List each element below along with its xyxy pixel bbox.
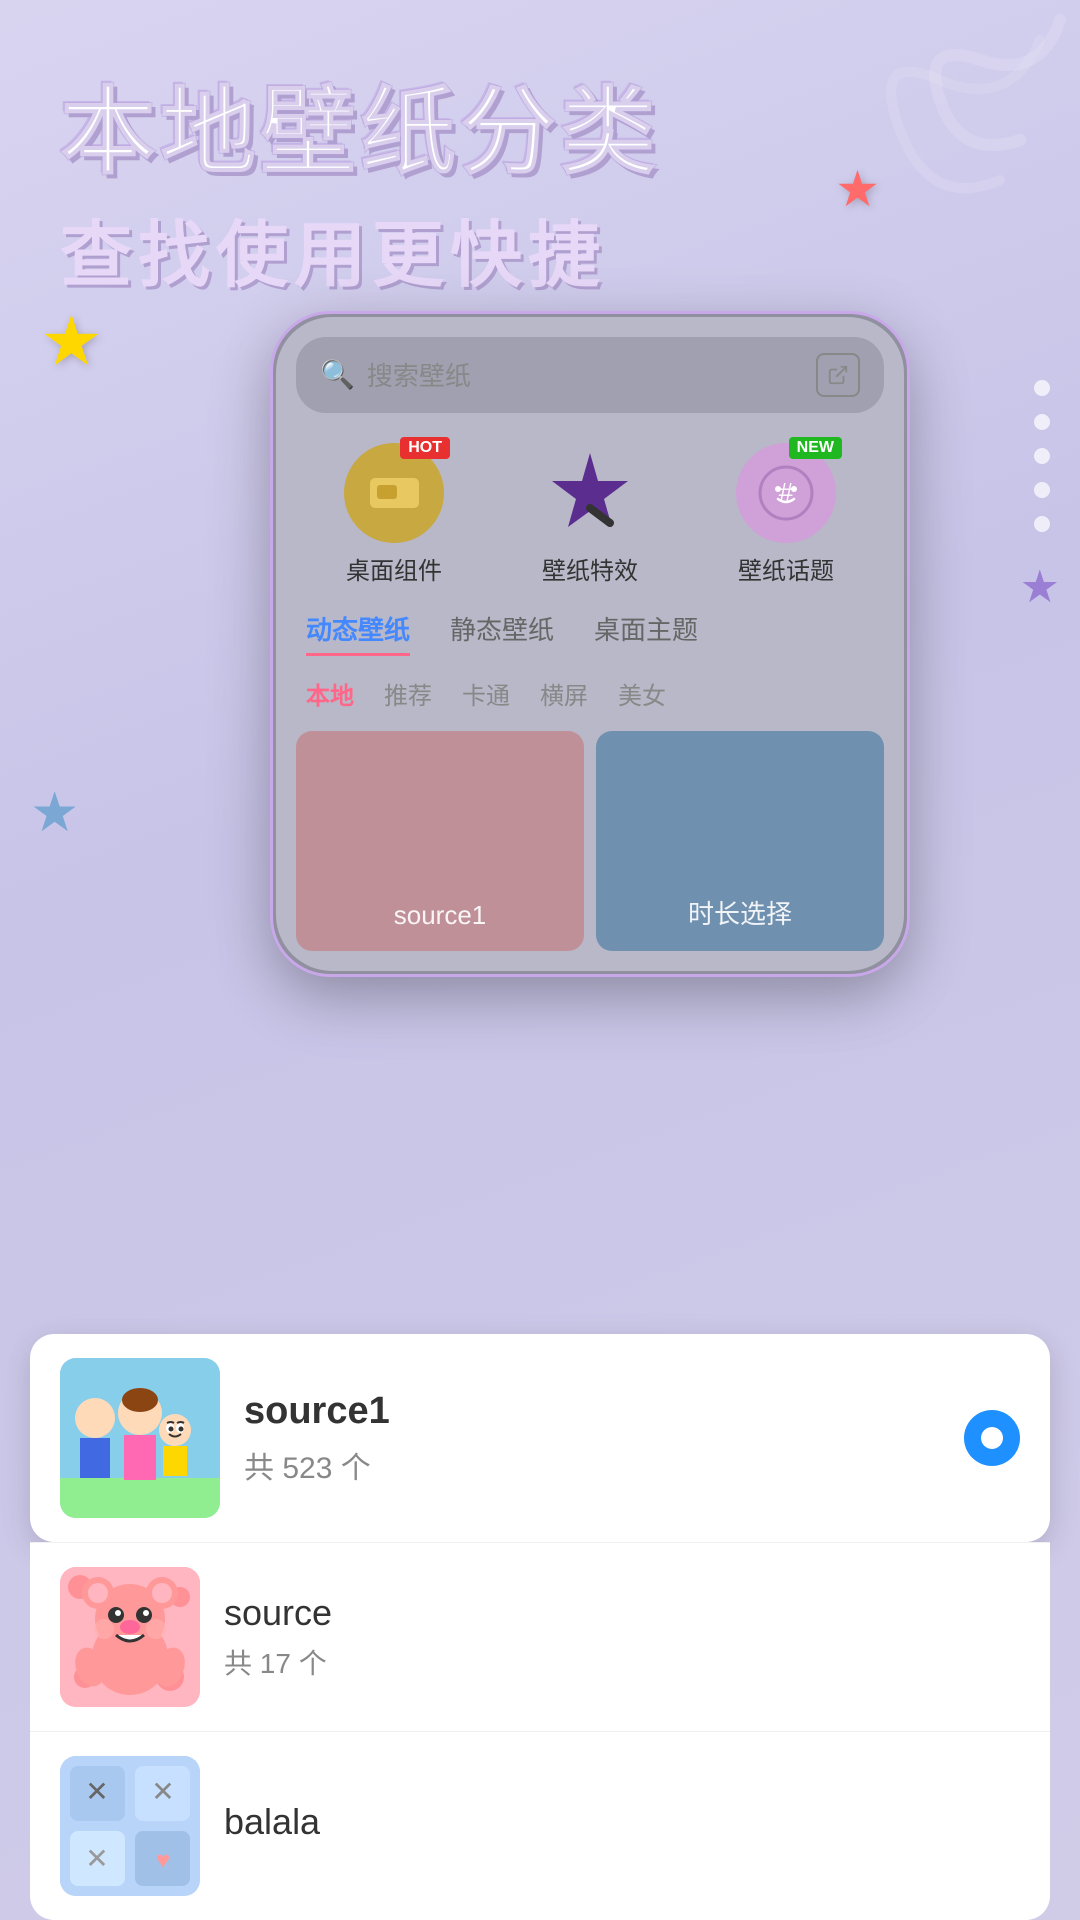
phone-outer: 🔍 搜索壁纸 <box>270 311 910 977</box>
share-button[interactable] <box>816 353 860 397</box>
sub-tab-beauty[interactable]: 美女 <box>618 676 666 711</box>
search-placeholder-text: 搜索壁纸 <box>367 356 804 393</box>
wallpaper-card-source1[interactable]: source1 <box>296 731 584 951</box>
main-title: 本地壁纸分类 <box>60 80 1020 186</box>
map-illustration: ✕ ✕ ✕ ♥ <box>60 1756 200 1896</box>
category-topic-icon-wrap: # NEW <box>736 443 836 543</box>
list-name-balala: balala <box>224 1801 1020 1843</box>
tab-static-wallpaper[interactable]: 静态壁纸 <box>450 610 554 656</box>
radio-inner-dot <box>981 1427 1003 1449</box>
category-wallpaper-effect[interactable]: 壁纸特效 <box>540 443 640 586</box>
dots-decoration <box>1034 380 1050 532</box>
svg-text:✕: ✕ <box>85 1776 108 1807</box>
header-section: 本地壁纸分类 查找使用更快捷 <box>0 0 1080 331</box>
sub-tabs: 本地 推荐 卡通 横屏 美女 <box>296 676 884 711</box>
selected-count: 共 523 个 <box>244 1443 940 1487</box>
shinchan-illustration <box>60 1358 220 1518</box>
bear-svg <box>60 1567 200 1707</box>
bottom-panel: source1 共 523 个 <box>0 1334 1080 1920</box>
phone-inner: 🔍 搜索壁纸 <box>276 317 904 971</box>
main-tabs: 动态壁纸 静态壁纸 桌面主题 <box>296 610 884 656</box>
topic-icon: # <box>756 463 816 523</box>
new-badge: NEW <box>789 437 842 459</box>
sub-tab-recommend[interactable]: 推荐 <box>384 676 432 711</box>
svg-text:✕: ✕ <box>85 1843 108 1874</box>
selected-info: source1 共 523 个 <box>244 1390 940 1487</box>
sub-title: 查找使用更快捷 <box>60 196 1020 301</box>
sub-tab-cartoon[interactable]: 卡通 <box>462 676 510 711</box>
balala-svg: ✕ ✕ ✕ ♥ <box>60 1756 200 1896</box>
category-desk-icon-wrap: HOT <box>344 443 444 543</box>
list-item-balala[interactable]: ✕ ✕ ✕ ♥ balala <box>30 1731 1050 1920</box>
list-count-source: 共 17 个 <box>224 1642 1020 1682</box>
bear-illustration <box>60 1567 200 1707</box>
desk-widget-icon <box>367 473 422 513</box>
sub-tab-landscape[interactable]: 横屏 <box>540 676 588 711</box>
list-thumbnail-source <box>60 1567 200 1707</box>
star-purple-icon: ★ <box>1020 560 1060 613</box>
category-desk-label: 桌面组件 <box>346 551 442 586</box>
wallpaper-label-source1: source1 <box>394 900 487 931</box>
category-effect-icon-wrap <box>540 443 640 543</box>
wallpaper-card-duration[interactable]: 时长选择 <box>596 731 884 951</box>
shinchan-svg <box>60 1358 220 1518</box>
list-info-source: source 共 17 个 <box>224 1592 1020 1682</box>
sub-tab-local[interactable]: 本地 <box>306 676 354 711</box>
category-topic-label: 壁纸话题 <box>738 551 834 586</box>
selected-thumbnail <box>60 1358 220 1518</box>
category-row: HOT 桌面组件 壁纸特效 <box>296 443 884 586</box>
external-link-icon <box>827 364 849 386</box>
search-bar[interactable]: 🔍 搜索壁纸 <box>296 337 884 413</box>
tab-dynamic-wallpaper[interactable]: 动态壁纸 <box>306 610 410 656</box>
svg-text:♥: ♥ <box>156 1847 170 1874</box>
selected-item-card[interactable]: source1 共 523 个 <box>30 1334 1050 1542</box>
tab-desktop-theme[interactable]: 桌面主题 <box>594 610 698 656</box>
category-wallpaper-topic[interactable]: # NEW 壁纸话题 <box>736 443 836 586</box>
list-item-source[interactable]: source 共 17 个 <box>30 1542 1050 1731</box>
list-thumbnail-balala: ✕ ✕ ✕ ♥ <box>60 1756 200 1896</box>
wallpaper-label-duration: 时长选择 <box>688 894 792 931</box>
list-name-source: source <box>224 1592 1020 1634</box>
hot-badge: HOT <box>400 437 450 459</box>
star-blue-icon: ★ <box>30 780 79 844</box>
wallpaper-grid: source1 时长选择 <box>296 731 884 951</box>
svg-text:✕: ✕ <box>151 1776 174 1807</box>
category-effect-label: 壁纸特效 <box>542 551 638 586</box>
list-info-balala: balala <box>224 1801 1020 1851</box>
search-icon: 🔍 <box>320 358 355 391</box>
star-effect-icon <box>540 443 640 543</box>
phone-mockup: 🔍 搜索壁纸 <box>270 311 910 977</box>
selected-name: source1 <box>244 1390 940 1433</box>
radio-selected-indicator[interactable] <box>964 1410 1020 1466</box>
category-desk-widget[interactable]: HOT 桌面组件 <box>344 443 444 586</box>
